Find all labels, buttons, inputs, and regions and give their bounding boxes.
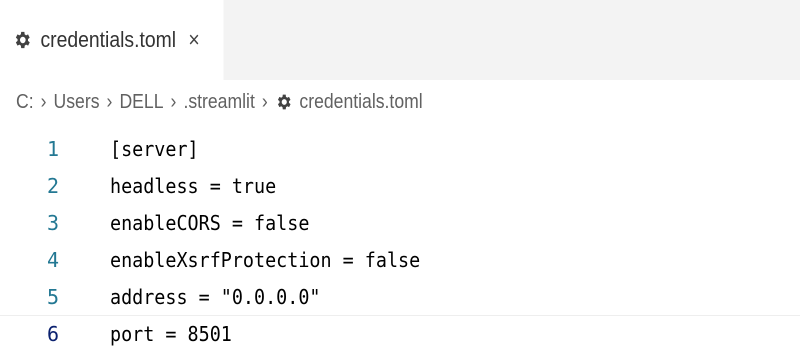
close-icon[interactable]: ×	[188, 27, 199, 53]
breadcrumb-item-streamlit[interactable]: .streamlit	[183, 91, 254, 114]
line-number: 3	[46, 210, 60, 235]
code-area[interactable]: 1 [server] 2 headless = true 3 enableCOR…	[0, 130, 800, 346]
tab-bar: credentials.toml ×	[0, 0, 800, 80]
line-number: 1	[46, 136, 60, 161]
gear-icon	[275, 92, 293, 112]
tab-credentials-toml[interactable]: credentials.toml ×	[0, 0, 224, 80]
code-line[interactable]: 4 enableXsrfProtection = false	[0, 241, 800, 278]
code-line-current[interactable]: 6 port = 8501	[0, 315, 800, 346]
breadcrumb-separator: ›	[40, 90, 47, 113]
line-number: 5	[46, 284, 60, 309]
code-text[interactable]: enableCORS = false	[110, 211, 309, 235]
breadcrumb: C: › Users › DELL › .streamlit › credent…	[16, 84, 423, 120]
line-number: 6	[46, 321, 60, 346]
code-text[interactable]: enableXsrfProtection = false	[110, 248, 420, 272]
breadcrumb-item-file[interactable]: credentials.toml	[299, 91, 422, 114]
tab-label: credentials.toml	[40, 27, 177, 52]
breadcrumb-item-dell[interactable]: DELL	[119, 91, 163, 114]
editor-window: credentials.toml × C: › Users › DELL › .…	[0, 0, 800, 346]
gear-icon	[12, 29, 31, 51]
breadcrumb-separator: ›	[170, 90, 177, 113]
code-text[interactable]: headless = true	[110, 174, 276, 198]
code-text[interactable]: [server]	[110, 137, 199, 161]
line-number: 4	[46, 247, 60, 272]
code-line[interactable]: 5 address = "0.0.0.0"	[0, 278, 800, 315]
line-number: 2	[46, 173, 60, 198]
code-line[interactable]: 1 [server]	[0, 130, 800, 167]
breadcrumb-item-drive[interactable]: C:	[16, 91, 34, 114]
breadcrumb-separator: ›	[106, 90, 113, 113]
code-text[interactable]: address = "0.0.0.0"	[110, 285, 320, 309]
breadcrumb-item-users[interactable]: Users	[54, 91, 100, 114]
code-line[interactable]: 3 enableCORS = false	[0, 204, 800, 241]
breadcrumb-separator: ›	[261, 90, 268, 113]
code-line[interactable]: 2 headless = true	[0, 167, 800, 204]
code-text[interactable]: port = 8501	[110, 322, 232, 346]
